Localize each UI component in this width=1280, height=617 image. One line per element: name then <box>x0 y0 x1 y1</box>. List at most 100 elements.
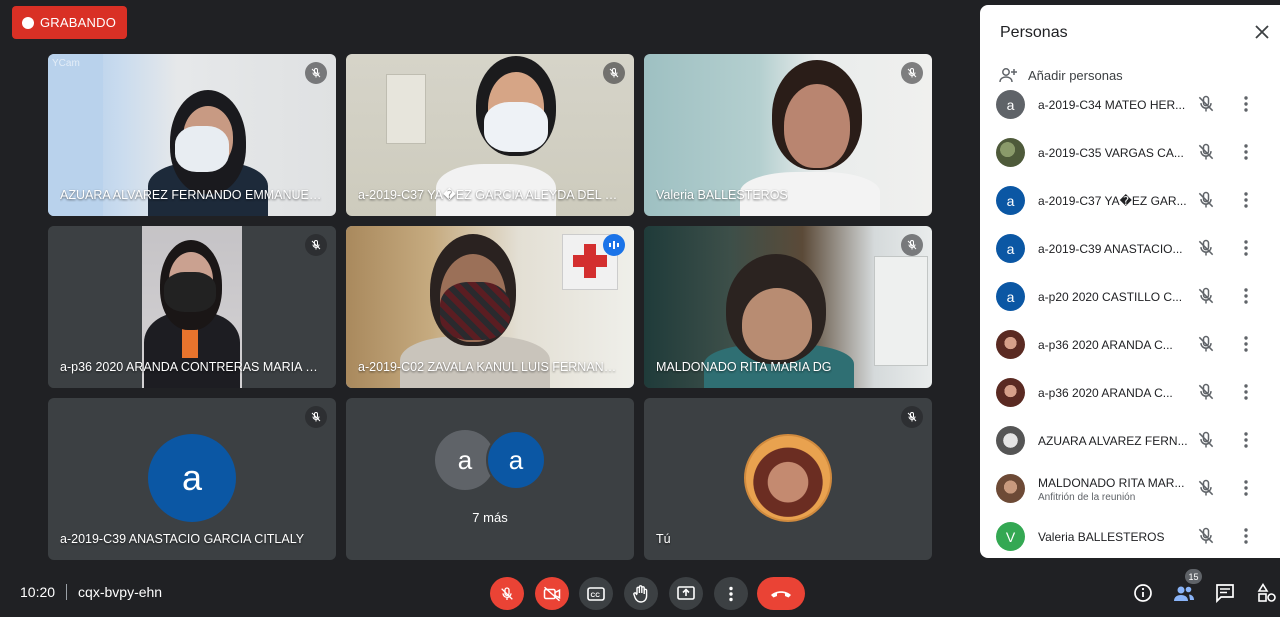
participant-count-badge: 15 <box>1185 569 1202 584</box>
video-tile[interactable]: Valeria BALLESTEROS <box>644 54 932 216</box>
mic-off-icon <box>901 62 923 84</box>
participant-name: a-p20 2020 CASTILLO C... <box>1038 290 1183 304</box>
more-participants-label: 7 más <box>472 510 508 525</box>
participant-row[interactable]: a-2019-C35 VARGAS CA... <box>980 129 1280 177</box>
mic-off-icon <box>1198 143 1214 160</box>
participant-row[interactable]: a a-2019-C37 YA�EZ GAR... <box>980 177 1280 225</box>
participant-row[interactable]: AZUARA ALVAREZ FERN... <box>980 417 1280 465</box>
mic-off-icon <box>305 234 327 256</box>
participant-row[interactable]: a-p36 2020 ARANDA C... <box>980 369 1280 417</box>
recording-label: GRABANDO <box>40 15 117 30</box>
avatar: V <box>996 522 1025 551</box>
avatar: a <box>148 434 236 522</box>
recording-dot-icon <box>22 16 34 29</box>
avatar: a <box>996 186 1025 215</box>
mic-off-icon <box>1198 383 1214 400</box>
mic-off-icon <box>1198 479 1214 496</box>
chat-button[interactable] <box>1212 580 1238 606</box>
camera-toggle-button[interactable] <box>535 577 569 610</box>
more-options-icon[interactable] <box>1238 478 1254 498</box>
svg-text:CC: CC <box>591 592 601 599</box>
avatar: a <box>996 234 1025 263</box>
video-tile[interactable]: YCam AZUARA ALVAREZ FERNANDO EMMANUEL LO… <box>48 54 336 216</box>
participant-name: a-2019-C35 VARGAS CA... <box>1038 146 1184 160</box>
add-person-icon <box>999 68 1017 83</box>
speaking-indicator-icon <box>603 234 625 256</box>
participant-name: Tú <box>656 532 671 546</box>
participant-name: AZUARA ALVAREZ FERN... <box>1038 434 1188 448</box>
participant-row[interactable]: V Valeria BALLESTEROS <box>980 513 1280 557</box>
captions-button[interactable]: CC <box>579 577 613 610</box>
leave-call-button[interactable] <box>757 577 805 610</box>
more-participants-tile[interactable]: a a 7 más <box>346 398 634 560</box>
more-options-icon[interactable] <box>1238 430 1254 450</box>
hang-up-icon <box>771 590 791 597</box>
participant-name: MALDONADO RITA MAR... <box>1038 476 1185 490</box>
participant-name: a-2019-C02 ZAVALA KANUL LUIS FERNANDO <box>358 360 620 374</box>
raise-hand-icon <box>633 584 648 603</box>
more-options-button[interactable] <box>714 577 748 610</box>
self-tile[interactable]: Tú <box>644 398 932 560</box>
participant-name: a-p36 2020 ARANDA C... <box>1038 338 1173 352</box>
add-people-label: Añadir personas <box>1028 67 1123 83</box>
mic-off-icon <box>305 62 327 84</box>
more-options-icon[interactable] <box>1238 382 1254 402</box>
video-tile[interactable]: a-p36 2020 ARANDA CONTRERAS MARIA JOSE <box>48 226 336 388</box>
host-label: Anfitrión de la reunión <box>1038 492 1136 503</box>
present-screen-button[interactable] <box>669 577 703 610</box>
more-options-icon[interactable] <box>1238 526 1254 546</box>
add-people-button[interactable]: Añadir personas <box>998 67 1123 83</box>
participant-name: a-2019-C37 YA�EZ GAR... <box>1038 194 1187 208</box>
chat-icon <box>1216 584 1234 603</box>
more-options-icon[interactable] <box>1238 286 1254 306</box>
activities-button[interactable] <box>1254 580 1280 606</box>
clock: 10:20 <box>20 584 56 600</box>
video-tile[interactable]: a a-2019-C39 ANASTACIO GARCIA CITLALY <box>48 398 336 560</box>
activities-icon <box>1257 583 1276 602</box>
participant-row[interactable]: a a-2019-C34 MATEO HER... <box>980 89 1280 129</box>
avatar: a <box>996 282 1025 311</box>
participant-row[interactable]: a a-p20 2020 CASTILLO C... <box>980 273 1280 321</box>
avatar: a <box>996 90 1025 119</box>
participant-name: a-2019-C34 MATEO HER... <box>1038 98 1186 112</box>
participant-row[interactable]: a-p36 2020 ARANDA C... <box>980 321 1280 369</box>
participant-name: a-p36 2020 ARANDA C... <box>1038 386 1173 400</box>
video-tile[interactable]: a-2019-C37 YA�EZ GARCIA ALEYDA DEL CARME… <box>346 54 634 216</box>
mic-toggle-button[interactable] <box>490 577 524 610</box>
people-panel: Personas Añadir personas a a-2019-C34 MA… <box>980 5 1280 558</box>
avatar-photo <box>996 474 1025 503</box>
video-tile-active-speaker[interactable]: a-2019-C02 ZAVALA KANUL LUIS FERNANDO <box>346 226 634 388</box>
participant-row[interactable]: MALDONADO RITA MAR... Anfitrión de la re… <box>980 465 1280 513</box>
participant-name: a-p36 2020 ARANDA CONTRERAS MARIA JOSE <box>60 360 322 374</box>
camera-watermark: YCam <box>52 58 80 69</box>
camera-off-icon <box>543 586 561 601</box>
meeting-info-button[interactable] <box>1130 580 1156 606</box>
mic-off-icon <box>1198 191 1214 208</box>
more-options-icon[interactable] <box>1238 142 1254 162</box>
mic-off-icon <box>1198 239 1214 256</box>
video-tile[interactable]: MALDONADO RITA MARIA DG <box>644 226 932 388</box>
more-options-icon[interactable] <box>1238 190 1254 210</box>
mic-off-icon <box>1198 287 1214 304</box>
participant-name: AZUARA ALVAREZ FERNANDO EMMANUEL LOPEZ <box>60 188 322 202</box>
meeting-details: 10:20 cqx-bvpy-ehn <box>20 584 162 600</box>
self-avatar <box>744 434 832 522</box>
raise-hand-button[interactable] <box>624 577 658 610</box>
participant-list: a a-2019-C34 MATEO HER... a-2019-C35 VAR… <box>980 89 1280 557</box>
participant-name: Valeria BALLESTEROS <box>656 188 788 202</box>
more-options-icon[interactable] <box>1238 94 1254 114</box>
participant-name: MALDONADO RITA MARIA DG <box>656 360 832 374</box>
avatar-photo <box>996 426 1025 455</box>
mic-off-icon <box>901 234 923 256</box>
participant-name: a-2019-C37 YA�EZ GARCIA ALEYDA DEL CARME… <box>358 188 620 202</box>
captions-icon: CC <box>587 586 605 601</box>
mic-off-icon <box>1198 95 1214 112</box>
close-icon[interactable] <box>1252 22 1272 42</box>
participant-name: a-2019-C39 ANASTACIO... <box>1038 242 1183 256</box>
mic-off-icon <box>603 62 625 84</box>
present-screen-icon <box>677 585 695 600</box>
more-options-icon[interactable] <box>1238 238 1254 258</box>
more-options-icon <box>729 586 733 601</box>
participant-row[interactable]: a a-2019-C39 ANASTACIO... <box>980 225 1280 273</box>
more-options-icon[interactable] <box>1238 334 1254 354</box>
